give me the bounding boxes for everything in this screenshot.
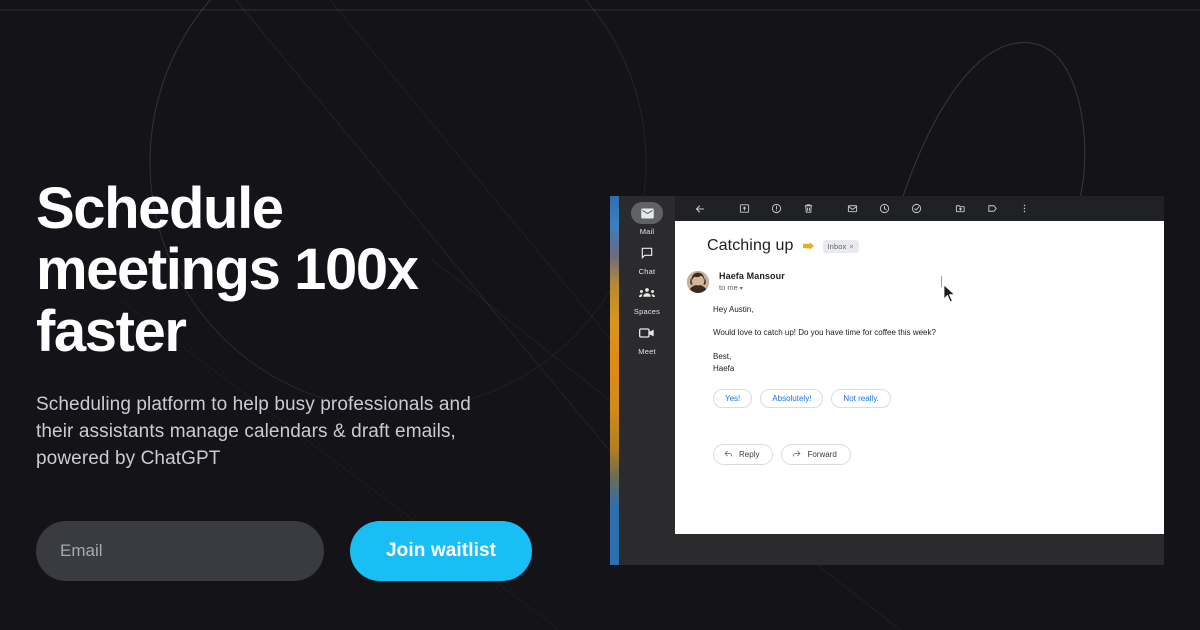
hero-subtitle: Scheduling platform to help busy profess…	[36, 394, 471, 470]
rail-item-chat[interactable]: Chat	[621, 242, 673, 276]
text-caret	[941, 276, 942, 287]
labels-icon[interactable]	[976, 196, 1008, 221]
sender-recipient[interactable]: to me ▾	[719, 283, 785, 292]
snooze-icon[interactable]	[868, 196, 900, 221]
forward-label: Forward	[807, 449, 837, 459]
inbox-label-text: Inbox	[827, 241, 847, 251]
email-input[interactable]	[36, 521, 324, 582]
accent-gradient-strip	[610, 196, 619, 565]
email-body-text: Hey Austin, Would love to catch up! Do y…	[675, 305, 1164, 375]
smart-reply-chip-2[interactable]: Absolutely!	[760, 388, 824, 408]
back-icon[interactable]	[684, 196, 716, 221]
body-paragraph: Would love to catch up! Do you have time…	[713, 327, 936, 337]
avatar[interactable]	[687, 271, 709, 293]
sender-row: Haefa Mansour to me ▾	[675, 271, 1164, 293]
gmail-preview: Mail Chat Spaces Meet Catching up Inbox …	[610, 196, 1164, 565]
page-title: Schedule meetings 100x faster	[36, 176, 419, 364]
move-to-icon[interactable]	[944, 196, 976, 221]
mail-icon	[631, 202, 663, 224]
spaces-icon	[631, 282, 663, 304]
mail-panel: Catching up Inbox × Haefa Mansour to me …	[675, 196, 1164, 565]
email-action-row: Reply Forward	[675, 443, 1164, 465]
rail-label-meet: Meet	[638, 347, 656, 356]
body-signoff: Best,	[713, 351, 732, 361]
forward-button[interactable]: Forward	[781, 443, 851, 465]
add-to-tasks-icon[interactable]	[900, 196, 932, 221]
rail-item-meet[interactable]: Meet	[621, 322, 673, 356]
join-waitlist-button[interactable]: Join waitlist	[350, 521, 533, 582]
rail-item-spaces[interactable]: Spaces	[621, 282, 673, 316]
mark-unread-icon[interactable]	[836, 196, 868, 221]
sender-info: Haefa Mansour to me ▾	[719, 271, 785, 292]
body-signature: Haefa	[713, 363, 735, 373]
more-icon[interactable]	[1008, 196, 1040, 221]
important-marker-icon[interactable]	[802, 237, 814, 255]
hero-section: Schedule meetings 100x faster Scheduling…	[36, 176, 576, 582]
mail-body: Catching up Inbox × Haefa Mansour to me …	[675, 221, 1164, 534]
body-greeting: Hey Austin,	[713, 305, 754, 314]
delete-icon[interactable]	[792, 196, 824, 221]
smart-reply-chip-3[interactable]: Not really.	[831, 388, 891, 408]
mail-footer-bar	[675, 534, 1164, 565]
reply-arrow-icon	[724, 449, 733, 460]
reply-label: Reply	[739, 449, 760, 459]
meet-icon	[631, 322, 663, 344]
rail-label-chat: Chat	[638, 267, 656, 276]
chevron-down-icon[interactable]: ▾	[740, 286, 743, 292]
report-spam-icon[interactable]	[760, 196, 792, 221]
rail-item-mail[interactable]: Mail	[621, 202, 673, 236]
rail-label-mail: Mail	[639, 227, 655, 236]
subject-row: Catching up Inbox ×	[675, 237, 1164, 255]
reply-button[interactable]: Reply	[713, 443, 774, 465]
email-subject: Catching up	[707, 237, 794, 254]
archive-icon[interactable]	[728, 196, 760, 221]
smart-reply-chips: Yes! Absolutely! Not really.	[675, 388, 1164, 408]
waitlist-form: Join waitlist	[36, 521, 576, 582]
inbox-label-chip[interactable]: Inbox ×	[822, 239, 859, 253]
forward-arrow-icon	[792, 449, 801, 460]
mail-toolbar	[675, 196, 1164, 221]
smart-reply-chip-1[interactable]: Yes!	[713, 388, 753, 408]
landing-page: Schedule meetings 100x faster Scheduling…	[0, 0, 1200, 630]
google-apps-rail: Mail Chat Spaces Meet	[619, 196, 675, 565]
sender-recipient-text: to me	[719, 283, 738, 292]
rail-label-spaces: Spaces	[633, 307, 661, 316]
sender-name: Haefa Mansour	[719, 271, 785, 281]
chat-icon	[631, 242, 663, 264]
inbox-label-remove-icon[interactable]: ×	[849, 242, 853, 251]
